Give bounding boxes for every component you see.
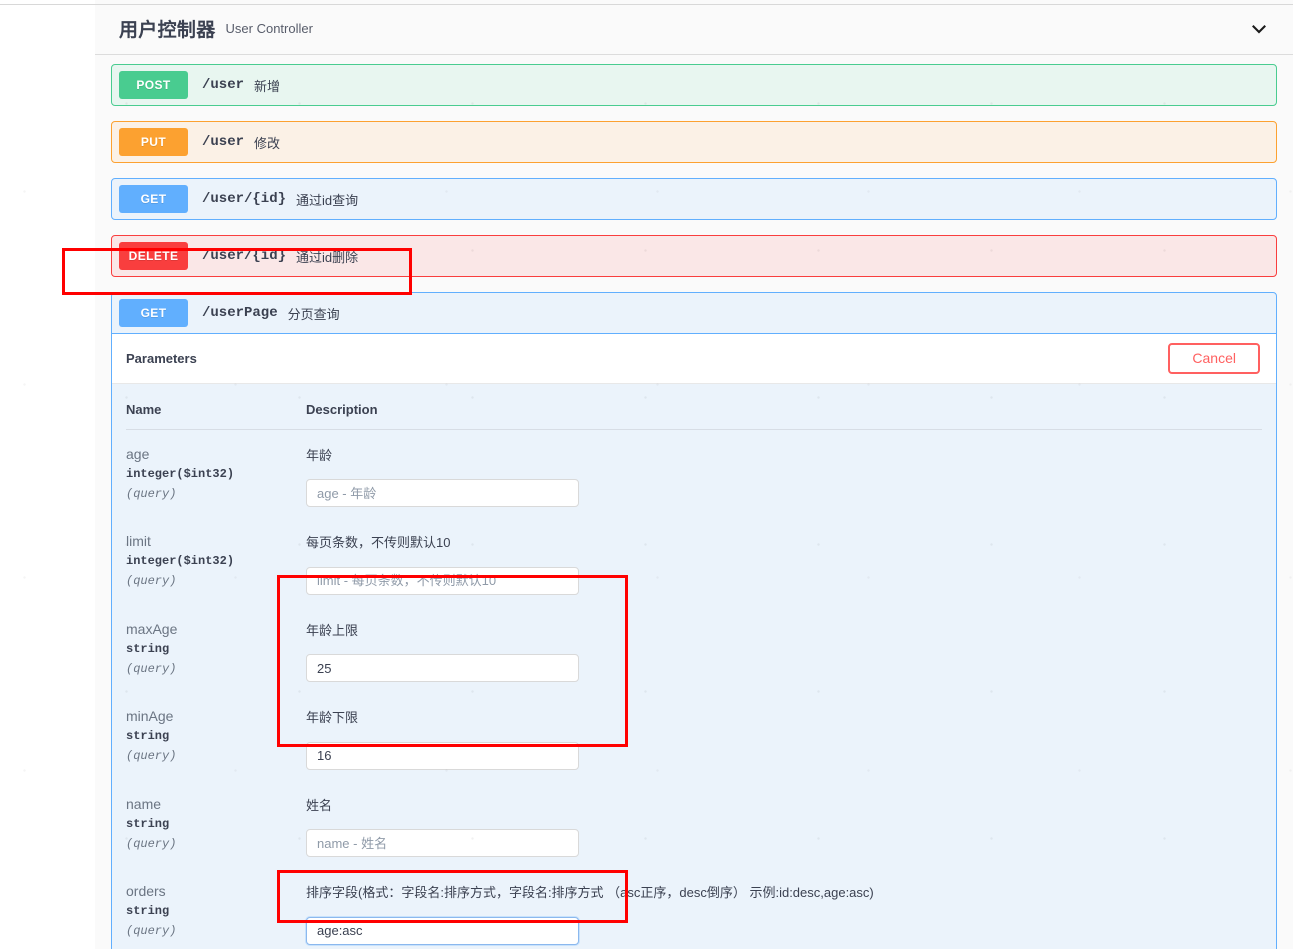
parameter-input-orders[interactable] [306, 916, 579, 945]
operation-row-post-user[interactable]: POST /user 新增 [111, 64, 1277, 106]
parameter-name: minAge [126, 708, 174, 725]
operation-row-get-user-id[interactable]: GET /user/{id} 通过id查询 [111, 178, 1277, 220]
operation-path: /user [202, 134, 245, 150]
parameter-type: string [126, 816, 170, 831]
parameter-description: 年龄 [306, 447, 333, 463]
parameter-input-minAge[interactable] [306, 741, 579, 770]
operation-summary: 修改 [254, 135, 281, 151]
parameter-name-cell: orders string (query) [126, 867, 306, 949]
parameter-description: 姓名 [306, 797, 333, 813]
parameter-type: integer($int32) [126, 554, 235, 569]
parameter-row: limit integer($int32) (query) 每页条数，不传则默认10 [126, 517, 1262, 605]
parameter-name-cell: maxAge string (query) [126, 605, 306, 693]
operation-path: /user/{id} [202, 248, 287, 264]
chevron-down-icon[interactable] [1249, 19, 1269, 39]
parameters-title: Parameters [126, 350, 197, 366]
method-badge-get: GET [119, 185, 188, 213]
column-header-description: Description [306, 383, 1262, 430]
parameter-description-cell: 年龄下限 [306, 692, 1262, 780]
method-badge-post: POST [119, 71, 188, 99]
parameter-description: 年龄下限 [306, 710, 359, 726]
parameter-type: string [126, 729, 170, 744]
tag-header[interactable]: 用户控制器 User Controller [95, 5, 1293, 55]
parameters-table-body: age integer($int32) (query) 年龄 limit integer(… [126, 429, 1262, 949]
operation-row-get-userpage[interactable]: GET /userPage 分页查询 [111, 292, 1277, 334]
parameter-description-cell: 排序字段(格式：字段名:排序方式，字段名:排序方式 （asc正序，desc倒序）… [306, 867, 1262, 949]
operation-summary: 通过id删除 [296, 249, 359, 265]
operation-summary: 新增 [254, 78, 281, 94]
parameters-table-wrap: Name Description age integer($int32) (quer… [112, 383, 1276, 949]
parameter-input-limit[interactable] [306, 566, 579, 595]
parameter-row: maxAge string (query) 年龄上限 [126, 605, 1262, 693]
operation-path: /user [202, 77, 245, 93]
operation-path: /user/{id} [202, 191, 287, 207]
column-header-name: Name [126, 383, 306, 430]
parameter-type: string [126, 641, 170, 656]
parameter-location: (query) [126, 924, 177, 939]
parameter-name: name [126, 795, 162, 812]
parameter-name-cell: limit integer($int32) (query) [126, 517, 306, 605]
parameter-row: age integer($int32) (query) 年龄 [126, 429, 1262, 517]
parameter-description: 排序字段(格式：字段名:排序方式，字段名:排序方式 （asc正序，desc倒序）… [306, 885, 874, 901]
parameter-name-cell: minAge string (query) [126, 692, 306, 780]
parameter-description-cell: 姓名 [306, 780, 1262, 868]
parameter-description-cell: 年龄上限 [306, 605, 1262, 693]
parameter-location: (query) [126, 836, 177, 851]
operation-summary: 通过id查询 [296, 192, 359, 208]
parameter-name: maxAge [126, 620, 178, 637]
parameter-location: (query) [126, 749, 177, 764]
parameter-name: age [126, 445, 150, 462]
operations-list: POST /user 新增 PUT /user 修改 GET /user/{id… [95, 55, 1293, 949]
operation-row-put-user[interactable]: PUT /user 修改 [111, 121, 1277, 163]
tag-title-cn: 用户控制器 [119, 20, 216, 41]
parameter-input-age[interactable] [306, 479, 579, 508]
parameter-description-cell: 年龄 [306, 429, 1262, 517]
tag-section-user-controller: 用户控制器 User Controller POST /user 新增 PUT … [95, 5, 1293, 949]
parameter-type: string [126, 904, 170, 919]
parameter-row: name string (query) 姓名 [126, 780, 1262, 868]
parameter-input-maxAge[interactable] [306, 654, 579, 683]
parameter-description-cell: 每页条数，不传则默认10 [306, 517, 1262, 605]
parameter-type: integer($int32) [126, 466, 235, 481]
parameters-header: Parameters Cancel [112, 334, 1276, 384]
tag-title-en: User Controller [225, 21, 313, 36]
parameter-name-cell: age integer($int32) (query) [126, 429, 306, 517]
parameter-name-cell: name string (query) [126, 780, 306, 868]
operation-row-delete-user-id[interactable]: DELETE /user/{id} 通过id删除 [111, 235, 1277, 277]
operation-path: /userPage [202, 305, 278, 321]
parameter-name: limit [126, 533, 151, 550]
method-badge-delete: DELETE [119, 242, 188, 270]
swagger-ui-page: 用户控制器 User Controller POST /user 新增 PUT … [0, 0, 1293, 949]
cancel-button[interactable]: Cancel [1168, 343, 1260, 374]
parameter-location: (query) [126, 486, 177, 501]
parameter-description: 年龄上限 [306, 622, 359, 638]
parameter-name: orders [126, 883, 166, 900]
method-badge-get: GET [119, 299, 188, 327]
parameter-description: 每页条数，不传则默认10 [306, 535, 451, 551]
operation-body-userpage: Parameters Cancel Name Description age in… [111, 334, 1277, 949]
parameters-table-head-row: Name Description [126, 383, 1262, 430]
parameter-row: orders string (query) 排序字段(格式：字段名:排序方式，字段名:… [126, 867, 1262, 949]
parameter-input-name[interactable] [306, 829, 579, 858]
parameter-row: minAge string (query) 年龄下限 [126, 692, 1262, 780]
operation-summary: 分页查询 [287, 306, 340, 322]
method-badge-put: PUT [119, 128, 188, 156]
parameter-location: (query) [126, 661, 177, 676]
parameters-table: Name Description age integer($int32) (quer… [126, 383, 1262, 949]
page-left-gutter [0, 0, 95, 949]
parameter-location: (query) [126, 574, 177, 589]
